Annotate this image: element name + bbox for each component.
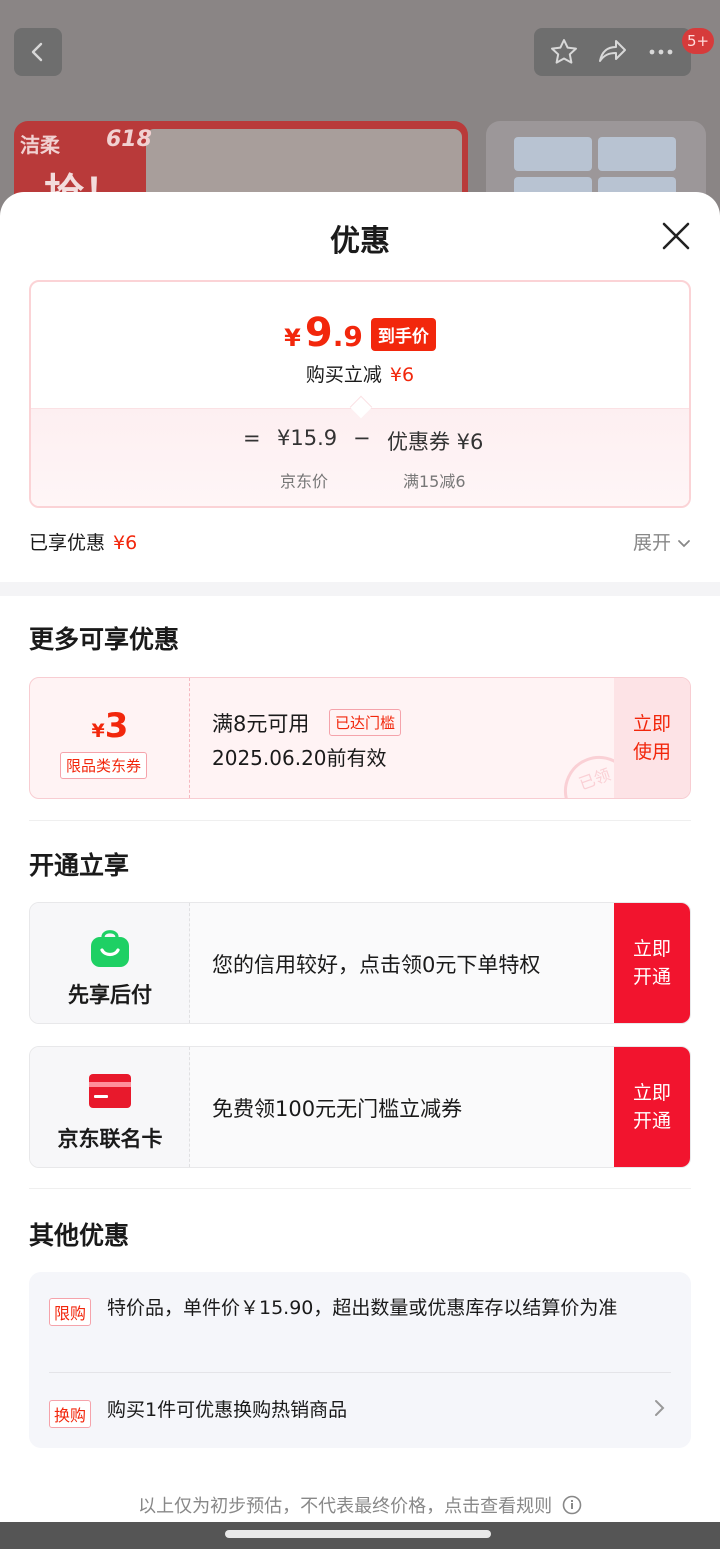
applied-label: 已享优惠 (29, 532, 106, 554)
jd-price-label: 京东价 (280, 472, 329, 491)
divider (29, 820, 691, 821)
threshold-reached-tag: 已达门槛 (329, 709, 402, 736)
limit-description: 特价品，单件价￥15.90，超出数量或优惠库存以结算价为准 (107, 1297, 618, 1319)
price-currency: ¥ (284, 324, 301, 352)
star-icon[interactable] (549, 37, 579, 67)
instant-discount-value: ¥6 (389, 364, 415, 386)
sheet-title: 优惠 (330, 224, 390, 259)
co-brand-card-offer: 京东联名卡 免费领100元无门槛立减券 立即 开通 (29, 1046, 691, 1168)
expand-label: 展开 (632, 532, 671, 554)
notification-badge: 5+ (682, 28, 715, 54)
coupon-condition-label: 满15减6 (403, 472, 466, 491)
rules-footer[interactable]: 以上仅为初步预估，不代表最终价格，点击查看规则 (0, 1492, 720, 1518)
final-price: ¥ 9 .9 到手价 (31, 310, 689, 356)
pay-later-offer: 先享后付 您的信用较好，点击领0元下单特权 立即 开通 (29, 902, 691, 1024)
other-discounts-list: 限购 特价品，单件价￥15.90，超出数量或优惠库存以结算价为准 换购 购买1件… (29, 1272, 691, 1448)
use-coupon-button[interactable]: 立即 使用 (614, 678, 690, 798)
more-icon[interactable] (646, 37, 676, 67)
button-line: 立即 (632, 938, 671, 960)
exchange-description[interactable]: 购买1件可优惠换购热销商品 (107, 1396, 627, 1425)
button-line: 开通 (632, 1110, 671, 1132)
formula-jd-price: ¥15.9 (277, 426, 338, 450)
offer-name: 先享后付 (68, 983, 152, 1007)
offer-description: 您的信用较好，点击领0元下单特权 (212, 953, 541, 977)
price-integer: 9 (304, 310, 333, 356)
back-button[interactable] (14, 28, 62, 76)
activate-pay-later-button[interactable]: 立即 开通 (614, 903, 690, 1023)
banner-618: 618 (106, 127, 152, 152)
offer-description: 免费领100元无门槛立减券 (212, 1097, 463, 1121)
button-line: 开通 (632, 966, 671, 988)
offer-name: 京东联名卡 (57, 1127, 163, 1151)
coupon-value: 3 (104, 706, 129, 746)
shopping-bag-icon (91, 930, 129, 967)
chevron-down-icon (678, 540, 690, 548)
button-line: 立即 (632, 713, 671, 735)
price-breakdown-card: ¥ 9 .9 到手价 购买立减 ¥6 = ¥15.9 − 优惠券 ¥6 京东价 满… (29, 280, 691, 508)
close-button[interactable] (658, 218, 694, 254)
discount-sheet: 优惠 ¥ 9 .9 到手价 购买立减 ¥6 = ¥15.9 − 优惠券 ¥6 京东… (0, 192, 720, 1522)
home-indicator[interactable] (225, 1530, 491, 1538)
applied-discount-row: 已享优惠 ¥6 展开 (29, 528, 691, 555)
limit-tag: 限购 (49, 1298, 92, 1326)
final-price-tag: 到手价 (370, 318, 436, 351)
applied-value: ¥6 (113, 532, 138, 554)
instant-discount: 购买立减 ¥6 (31, 360, 689, 387)
formula-equals: = (243, 426, 261, 450)
expand-button[interactable]: 展开 (633, 528, 691, 555)
coupon-condition: 满8元可用 (212, 712, 310, 736)
divider (29, 1188, 691, 1189)
button-line: 立即 (632, 1082, 671, 1104)
coupon-kind-tag: 限品类东券 (60, 752, 148, 779)
chevron-right-icon[interactable] (653, 1398, 667, 1418)
info-icon (562, 1495, 582, 1515)
coupon-currency: ¥ (91, 720, 105, 742)
banner-brand: 洁柔 (20, 133, 60, 157)
more-discounts-title: 更多可享优惠 (29, 625, 180, 654)
coupon-card: ¥3 限品类东券 满8元可用 已达门槛 2025.06.20前有效 已领 立即 … (29, 677, 691, 799)
instant-discount-label: 购买立减 (305, 364, 382, 386)
open-benefits-title: 开通立享 (29, 851, 130, 880)
coupon-validity: 2025.06.20前有效 (212, 746, 387, 770)
other-discounts-title: 其他优惠 (29, 1221, 130, 1250)
activate-card-button[interactable]: 立即 开通 (614, 1047, 690, 1167)
tissue-pack-image (598, 137, 676, 171)
exchange-text: 购买1件可优惠换购热销商品 (107, 1399, 348, 1421)
coupon-amount: ¥3 (30, 706, 190, 746)
credit-card-icon (89, 1074, 131, 1108)
share-icon[interactable] (596, 37, 628, 67)
price-decimal: .9 (332, 320, 363, 353)
formula-minus: − (353, 426, 371, 450)
top-action-group (534, 28, 691, 76)
price-formula-area (31, 408, 689, 506)
footer-text: 以上仅为初步预估，不代表最终价格，点击查看规则 (138, 1496, 553, 1517)
section-gap (0, 582, 720, 596)
chevron-left-icon (31, 42, 43, 62)
divider (49, 1372, 671, 1373)
close-icon (662, 222, 690, 250)
button-line: 使用 (632, 741, 671, 763)
tissue-pack-image (514, 137, 592, 171)
exchange-tag: 换购 (49, 1400, 92, 1428)
formula-coupon: 优惠券 ¥6 (387, 430, 484, 454)
